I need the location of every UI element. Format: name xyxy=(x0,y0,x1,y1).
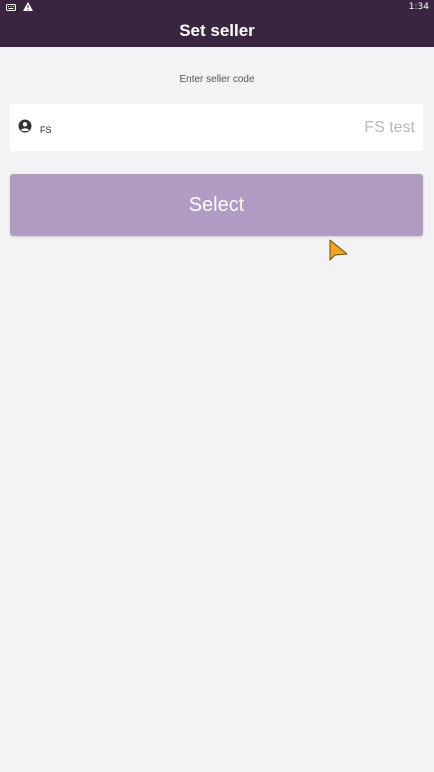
seller-code-input[interactable] xyxy=(40,117,357,138)
app-bar: Set seller xyxy=(0,14,434,47)
status-bar: 1:34 xyxy=(0,0,434,14)
status-time: 1:34 xyxy=(408,2,429,12)
seller-name-label: FS test xyxy=(364,118,415,136)
page-title: Set seller xyxy=(179,20,255,40)
seller-code-prompt: Enter seller code xyxy=(179,74,255,85)
seller-code-row[interactable]: FS test xyxy=(10,104,423,151)
mouse-cursor-icon xyxy=(329,239,349,265)
user-icon xyxy=(18,119,32,133)
select-button[interactable]: Select xyxy=(10,174,423,236)
